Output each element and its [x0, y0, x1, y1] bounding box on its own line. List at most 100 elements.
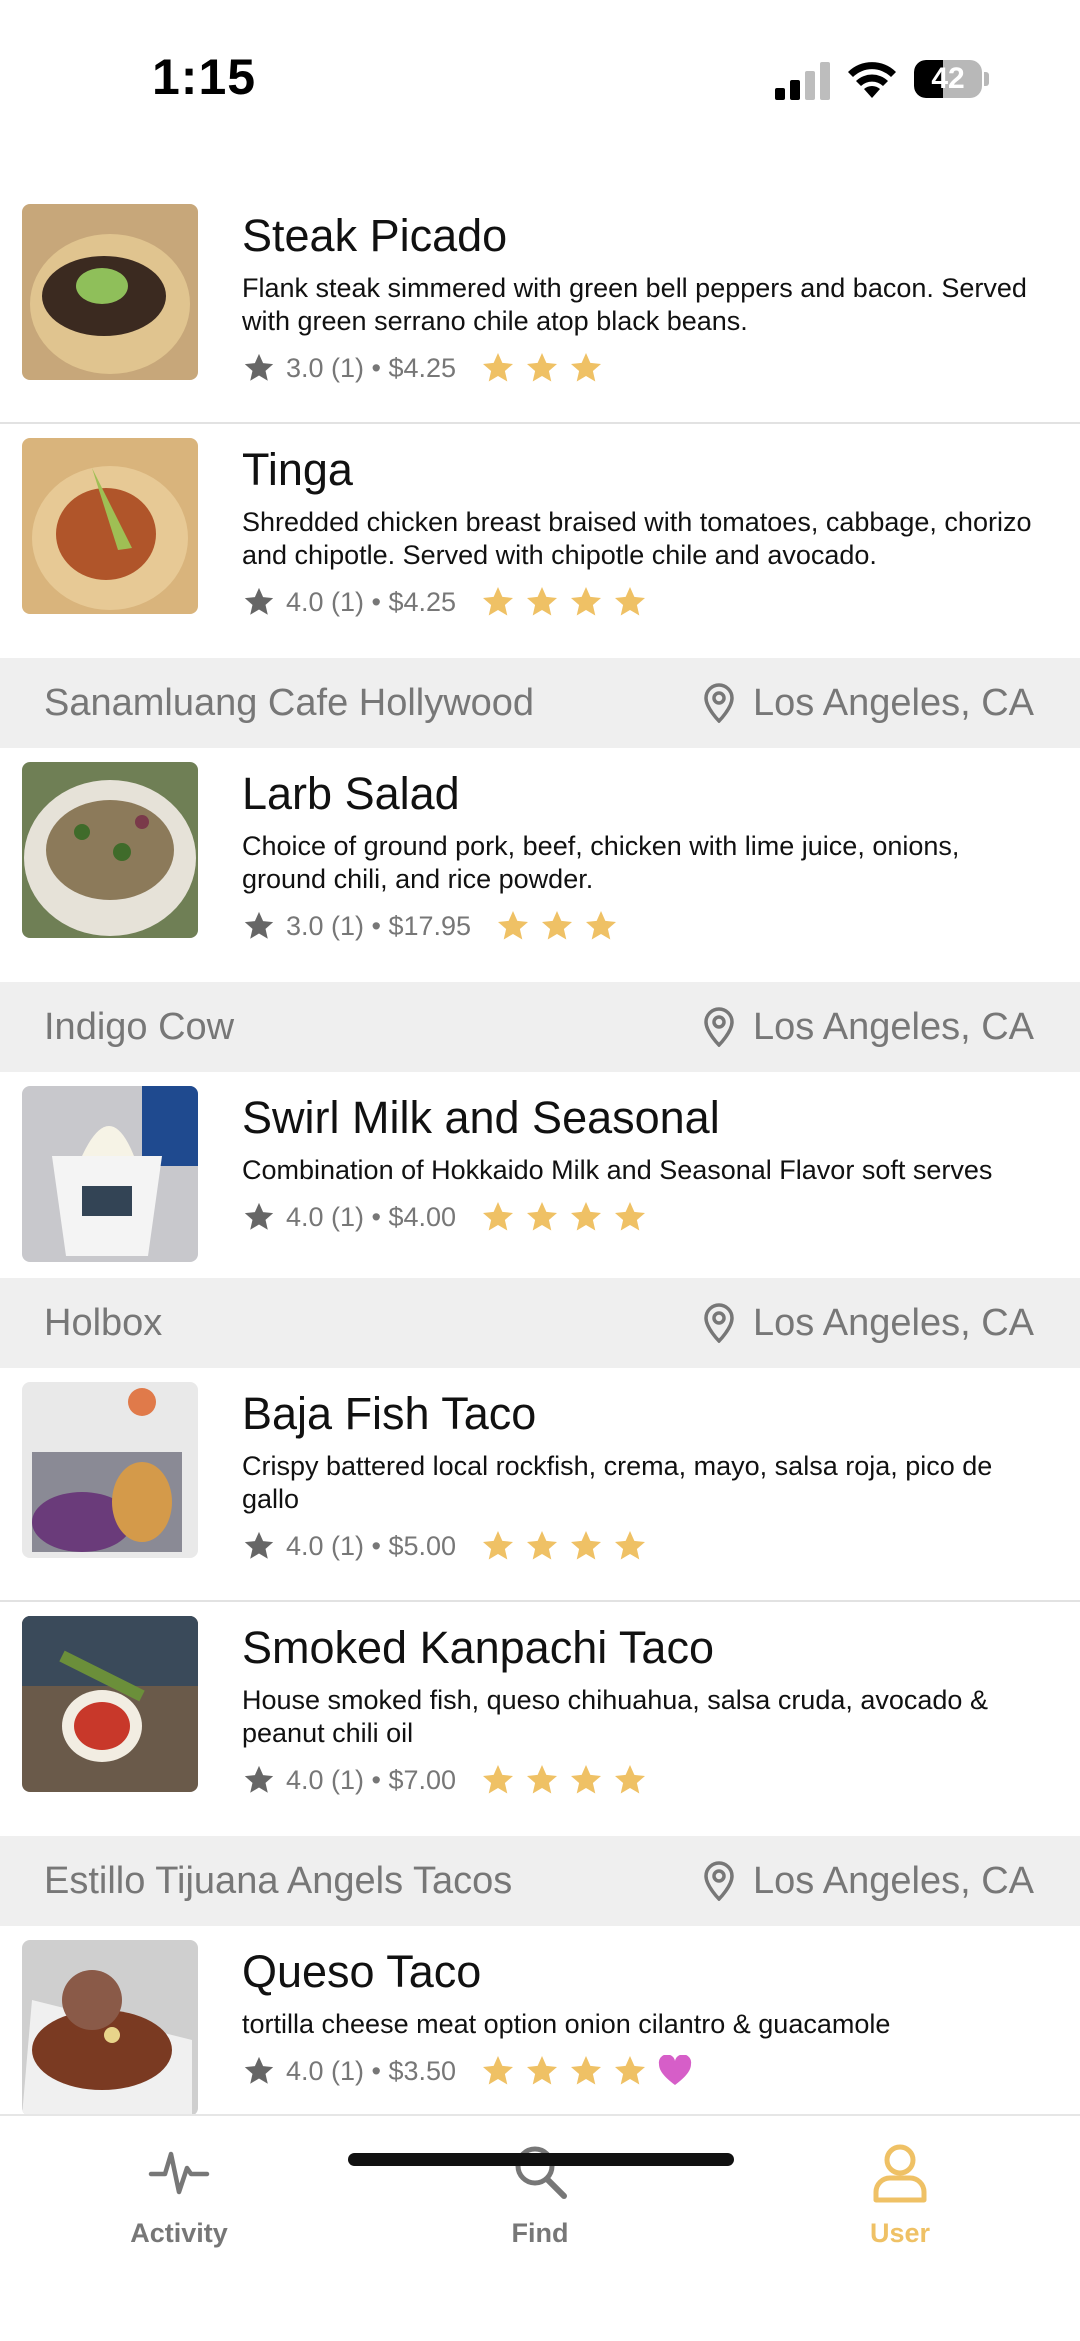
restaurant-location: Los Angeles, CA: [703, 1860, 1034, 1903]
user-rating: [480, 1528, 656, 1564]
dish-photo[interactable]: [22, 1616, 198, 1792]
location-pin-icon: [704, 683, 734, 723]
user-rating: [480, 1199, 656, 1235]
rating-star-icon: [542, 911, 573, 940]
restaurant-name: Holbox: [44, 1301, 163, 1344]
dish-rating-price: 3.0 (1) • $17.95: [286, 910, 472, 941]
restaurant-location: Los Angeles, CA: [703, 1302, 1034, 1345]
tab-label-find: Find: [511, 2218, 569, 2248]
dish-card[interactable]: Smoked Kanpachi Taco House smoked fish, q…: [0, 1602, 1080, 1836]
rating-star-icon: [527, 1202, 558, 1231]
dish-photo[interactable]: [22, 762, 198, 938]
restaurant-header[interactable]: Holbox Los Angeles, CA: [0, 1278, 1080, 1368]
dish-rating-price: 4.0 (1) • $4.25: [286, 586, 457, 617]
rating-star-icon: [483, 1202, 514, 1231]
rating-star-icon: [571, 1202, 602, 1231]
tab-label-user: User: [869, 2218, 931, 2248]
restaurant-header[interactable]: Indigo Cow Los Angeles, CA: [0, 982, 1080, 1072]
dish-card[interactable]: Steak Picado Flank steak simmered with gr…: [0, 190, 1080, 424]
dish-description: Crispy battered local rockfish, crema, m…: [242, 1451, 993, 1514]
dish-rating-price: 4.0 (1) • $3.50: [286, 2055, 457, 2086]
restaurant-location-text: Los Angeles, CA: [753, 1301, 1034, 1344]
user-icon: [873, 2144, 927, 2203]
dish-title: Baja Fish Taco: [242, 1388, 537, 1439]
restaurant-header[interactable]: Estillo Tijuana Angels Tacos Los Angeles,…: [0, 1836, 1080, 1926]
dish-rating-price: 4.0 (1) • $5.00: [286, 1530, 457, 1561]
dish-card[interactable]: Baja Fish Taco Crispy battered local rock…: [0, 1368, 1080, 1602]
dish-card[interactable]: Tinga Shredded chicken breast braised wit…: [0, 424, 1080, 658]
dish-card[interactable]: Larb Salad Choice of ground pork, beef, c…: [0, 748, 1080, 982]
battery-percent: 42: [931, 62, 965, 95]
rating-star-icon: [615, 587, 646, 616]
rating-star-icon: [586, 911, 617, 940]
user-rating: [480, 350, 612, 386]
activity-icon: [148, 2151, 210, 2195]
location-pin-icon: [704, 1303, 734, 1343]
rating-star-icon: [527, 587, 558, 616]
star-icon: [244, 1531, 274, 1559]
star-icon: [244, 587, 274, 615]
rating-star-icon: [615, 2056, 646, 2085]
dish-meta: 4.0 (1) • $4.25: [242, 582, 1040, 622]
dish-photo[interactable]: [22, 438, 198, 614]
dish-description: Combination of Hokkaido Milk and Seasona…: [242, 1155, 993, 1185]
tab-label-activity: Activity: [130, 2218, 228, 2248]
restaurant-location-text: Los Angeles, CA: [753, 681, 1034, 724]
restaurant-location: Los Angeles, CA: [703, 1006, 1034, 1049]
dish-photo[interactable]: [22, 1086, 198, 1262]
dish-description: House smoked fish, queso chihuahua, sals…: [242, 1685, 988, 1748]
restaurant-name: Estillo Tijuana Angels Tacos: [44, 1859, 513, 1902]
dish-photo[interactable]: [22, 1382, 198, 1558]
dish-photo[interactable]: [22, 1940, 198, 2114]
dish-meta: 4.0 (1) • $4.00: [242, 1197, 1040, 1237]
tab-activity[interactable]: Activity: [79, 2140, 279, 2249]
user-rating: [480, 2053, 692, 2089]
rating-star-icon: [615, 1202, 646, 1231]
rating-star-icon: [498, 911, 529, 940]
home-indicator: [348, 2153, 734, 2166]
dish-card[interactable]: Queso Taco tortilla cheese meat option on…: [0, 1926, 1080, 2114]
search-icon: [515, 2146, 567, 2199]
star-icon: [244, 1765, 274, 1793]
dish-title: Swirl Milk and Seasonal: [242, 1092, 720, 1143]
restaurant-location-text: Los Angeles, CA: [753, 1005, 1034, 1048]
restaurant-header[interactable]: Sanamluang Cafe Hollywood Los Angeles, CA: [0, 658, 1080, 748]
star-icon: [244, 2056, 274, 2084]
dish-meta: 4.0 (1) • $7.00: [242, 1760, 1040, 1800]
activity-feed[interactable]: Steak Picado Flank steak simmered with gr…: [0, 190, 1080, 2114]
dish-title: Steak Picado: [242, 210, 508, 261]
user-rating: [480, 1762, 656, 1798]
rating-star-icon: [571, 587, 602, 616]
rating-star-icon: [615, 1765, 646, 1794]
location-pin-icon: [704, 1861, 734, 1901]
rating-star-icon: [527, 1531, 558, 1560]
tab-user[interactable]: User: [800, 2140, 1000, 2249]
wifi-icon: [848, 62, 896, 98]
rating-star-icon: [571, 353, 602, 382]
user-rating: [495, 908, 627, 944]
heart-icon[interactable]: [658, 2055, 692, 2087]
dish-meta: 4.0 (1) • $5.00: [242, 1526, 1040, 1566]
dish-meta: 4.0 (1) • $3.50: [242, 2051, 1040, 2091]
rating-star-icon: [527, 353, 558, 382]
rating-star-icon: [527, 1765, 558, 1794]
restaurant-location-text: Los Angeles, CA: [753, 1859, 1034, 1902]
cellular-signal-icon: [775, 62, 830, 100]
status-bar: 1:15 42: [0, 0, 1080, 160]
dish-rating-price: 4.0 (1) • $4.00: [286, 1201, 457, 1232]
user-rating: [480, 584, 656, 620]
dish-description: Shredded chicken breast braised with tom…: [242, 507, 1032, 570]
dish-description: Choice of ground pork, beef, chicken wit…: [242, 831, 960, 894]
restaurant-location: Los Angeles, CA: [703, 682, 1034, 725]
dish-rating-price: 4.0 (1) • $7.00: [286, 1764, 457, 1795]
rating-star-icon: [571, 1765, 602, 1794]
dish-meta: 3.0 (1) • $17.95: [242, 906, 1040, 946]
dish-card[interactable]: Swirl Milk and Seasonal Combination of Ho…: [0, 1072, 1080, 1278]
status-time: 1:15: [152, 49, 257, 105]
rating-star-icon: [483, 1531, 514, 1560]
star-icon: [244, 353, 274, 381]
rating-star-icon: [483, 2056, 514, 2085]
rating-star-icon: [571, 1531, 602, 1560]
rating-star-icon: [615, 1531, 646, 1560]
dish-photo[interactable]: [22, 204, 198, 380]
